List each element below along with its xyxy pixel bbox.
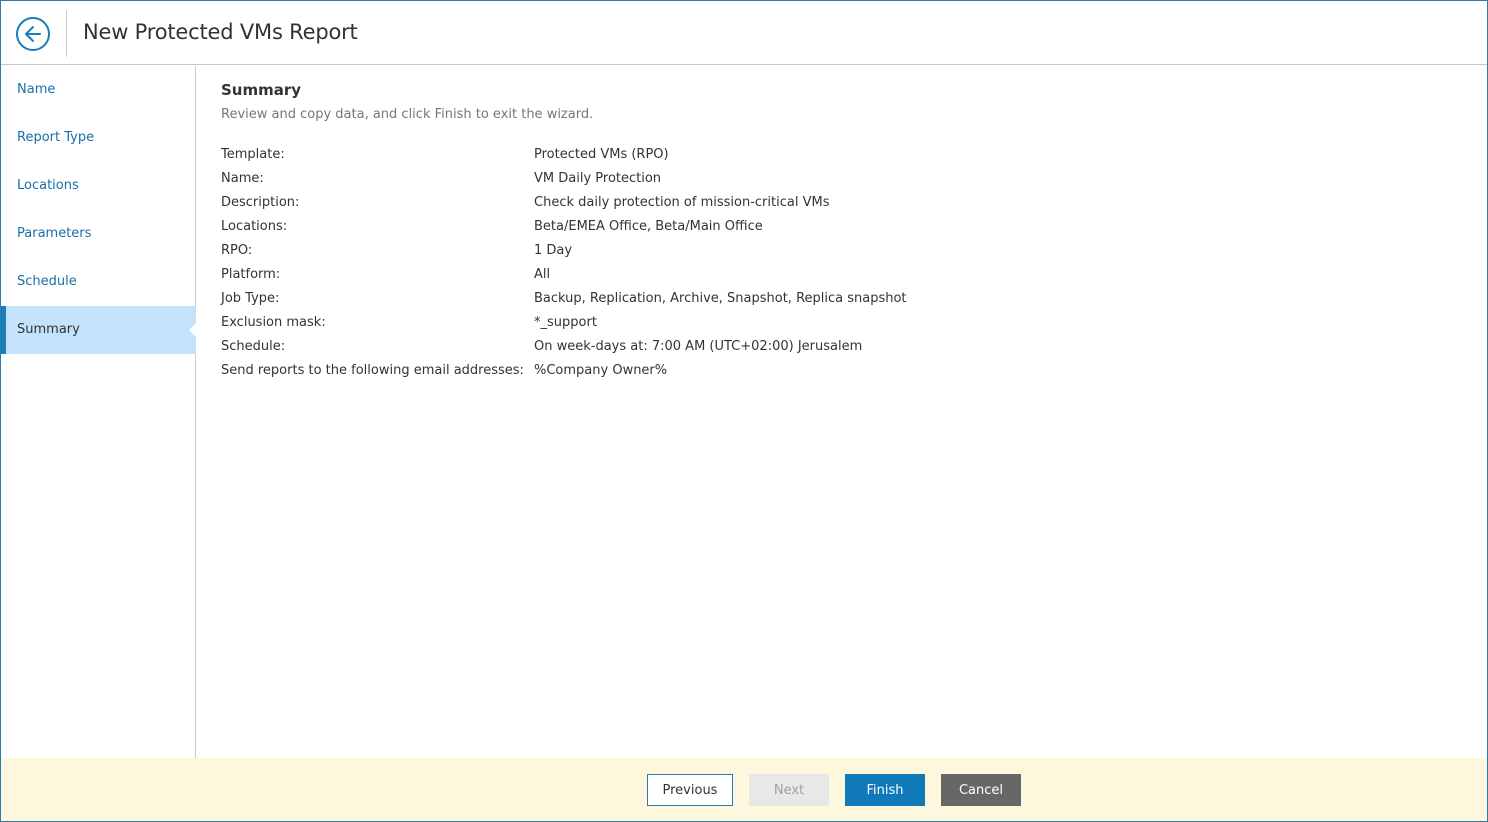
section-title: Summary xyxy=(221,81,302,99)
summary-list: Template: Protected VMs (RPO) Name: VM D… xyxy=(221,147,1461,387)
summary-key: Name: xyxy=(221,171,264,186)
wizard-header: New Protected VMs Report xyxy=(1,1,1487,65)
arrow-left-icon xyxy=(25,26,41,42)
summary-row-template: Template: Protected VMs (RPO) xyxy=(221,147,1461,171)
header-divider xyxy=(66,10,67,57)
summary-value: All xyxy=(534,267,551,282)
page-title: New Protected VMs Report xyxy=(83,20,358,44)
summary-value: Protected VMs (RPO) xyxy=(534,147,669,162)
summary-row-platform: Platform: All xyxy=(221,267,1461,291)
summary-row-exclusion-mask: Exclusion mask: *_support xyxy=(221,315,1461,339)
step-label: Report Type xyxy=(17,130,95,145)
summary-key: Job Type: xyxy=(221,291,280,306)
summary-row-email: Send reports to the following email addr… xyxy=(221,363,1461,387)
summary-value: *_support xyxy=(534,315,597,330)
summary-row-schedule: Schedule: On week-days at: 7:00 AM (UTC+… xyxy=(221,339,1461,363)
step-label: Locations xyxy=(17,178,79,193)
back-button[interactable] xyxy=(16,17,50,51)
step-label: Name xyxy=(17,82,56,97)
cancel-button[interactable]: Cancel xyxy=(941,774,1021,806)
step-label: Parameters xyxy=(17,226,92,241)
summary-panel: Summary Review and copy data, and click … xyxy=(221,81,1461,387)
summary-row-description: Description: Check daily protection of m… xyxy=(221,195,1461,219)
summary-key: Exclusion mask: xyxy=(221,315,326,330)
summary-value: 1 Day xyxy=(534,243,573,258)
section-subtitle: Review and copy data, and click Finish t… xyxy=(221,107,594,122)
next-button: Next xyxy=(749,774,829,806)
step-schedule[interactable]: Schedule xyxy=(1,258,196,306)
step-parameters[interactable]: Parameters xyxy=(1,210,196,258)
finish-button[interactable]: Finish xyxy=(845,774,925,806)
step-label: Summary xyxy=(17,322,80,337)
summary-value: %Company Owner% xyxy=(534,363,668,378)
step-name[interactable]: Name xyxy=(1,66,196,114)
summary-key: Template: xyxy=(221,147,285,162)
summary-key: Locations: xyxy=(221,219,288,234)
wizard-steps-sidebar: Name Report Type Locations Parameters Sc… xyxy=(1,66,197,758)
step-locations[interactable]: Locations xyxy=(1,162,196,210)
summary-row-locations: Locations: Beta/EMEA Office, Beta/Main O… xyxy=(221,219,1461,243)
summary-key: Schedule: xyxy=(221,339,286,354)
summary-key: Platform: xyxy=(221,267,281,282)
wizard-window: New Protected VMs Report Name Report Typ… xyxy=(0,0,1488,822)
summary-value: Backup, Replication, Archive, Snapshot, … xyxy=(534,291,907,306)
summary-row-name: Name: VM Daily Protection xyxy=(221,171,1461,195)
step-summary[interactable]: Summary xyxy=(1,306,197,354)
summary-value: VM Daily Protection xyxy=(534,171,662,186)
summary-key: Send reports to the following email addr… xyxy=(221,363,524,378)
summary-key: Description: xyxy=(221,195,300,210)
summary-row-rpo: RPO: 1 Day xyxy=(221,243,1461,267)
summary-value: Beta/EMEA Office, Beta/Main Office xyxy=(534,219,763,234)
step-report-type[interactable]: Report Type xyxy=(1,114,196,162)
summary-key: RPO: xyxy=(221,243,253,258)
step-label: Schedule xyxy=(17,274,77,289)
previous-button[interactable]: Previous xyxy=(647,774,733,806)
wizard-footer: Previous Next Finish Cancel xyxy=(1,758,1487,821)
summary-row-job-type: Job Type: Backup, Replication, Archive, … xyxy=(221,291,1461,315)
summary-value: On week-days at: 7:00 AM (UTC+02:00) Jer… xyxy=(534,339,863,354)
summary-value: Check daily protection of mission-critic… xyxy=(534,195,830,210)
